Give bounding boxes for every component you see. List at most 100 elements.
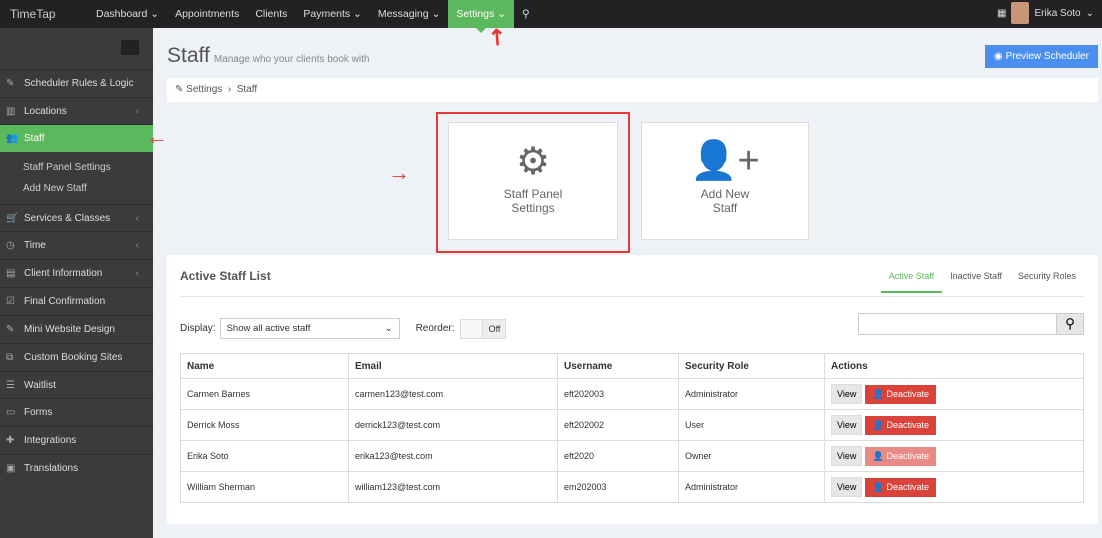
actions-cell: View 👤 Deactivate (824, 471, 1084, 503)
cell: William Sherman (180, 471, 349, 503)
table-row: Erika Soto erika123@test.com eft2020 Owner V… (180, 440, 1084, 472)
puzzle-icon: ✚ (6, 435, 15, 446)
tab-active-staff[interactable]: Active Staff (880, 265, 943, 293)
tab-security-roles[interactable]: Security Roles (1010, 265, 1084, 293)
staff-search: ⚲ (858, 313, 1084, 335)
user-plus-icon: 👤+ (690, 140, 760, 182)
divider (180, 296, 1084, 297)
avatar (1011, 2, 1030, 24)
display-select[interactable]: Show all active staff ⌄ (219, 318, 400, 339)
user-menu[interactable]: ▦ Erika Soto ⌄ (997, 2, 1094, 24)
logo[interactable]: TimeTap (0, 7, 88, 21)
sidebar-item-scheduler-rules[interactable]: ✎ Scheduler Rules & Logic (0, 69, 153, 97)
nav-payments[interactable]: Payments ⌄ (295, 0, 369, 28)
search-input[interactable] (859, 314, 1056, 334)
nav-appointments[interactable]: Appointments (167, 0, 247, 28)
sidebar-item-final-confirmation[interactable]: ☑ Final Confirmation (0, 287, 153, 315)
view-button[interactable]: View (831, 384, 863, 404)
column-header: Email (348, 353, 558, 379)
cell: william123@test.com (348, 471, 558, 503)
nav-messaging[interactable]: Messaging ⌄ (370, 0, 449, 28)
cell: carmen123@test.com (348, 378, 558, 410)
view-button[interactable]: View (831, 446, 863, 466)
search-icon[interactable]: ⚲ (514, 0, 538, 28)
reorder-toggle[interactable]: Off (460, 318, 507, 339)
table-row: Derrick Moss derrick123@test.com eft202002… (180, 409, 1084, 441)
clock-icon: ◷ (6, 240, 15, 251)
user-times-icon: 👤 (872, 389, 884, 399)
eye-icon: ◉ (994, 51, 1003, 62)
deactivate-button[interactable]: 👤 Deactivate (865, 385, 937, 404)
sidebar-item-custom-booking-sites[interactable]: ⧉ Custom Booking Sites (0, 343, 153, 371)
deactivate-button[interactable]: 👤 Deactivate (865, 416, 937, 435)
form-icon: ▭ (6, 407, 16, 418)
breadcrumb: ✎ Settings › Staff (167, 78, 1098, 102)
sidebar-item-mini-website[interactable]: ✎ Mini Website Design (0, 315, 153, 343)
deactivate-button[interactable]: 👤 Deactivate (865, 478, 937, 497)
active-staff-panel: Active Staff List Active Staff Inactive … (167, 255, 1098, 524)
user-times-icon: 👤 (872, 420, 884, 430)
reorder-label: Reorder: (415, 323, 455, 334)
language-icon: ▣ (6, 463, 16, 474)
check-square-icon: ☑ (6, 296, 15, 307)
sidebar-item-services[interactable]: 🛒 Services & Classes ‹ (0, 204, 153, 232)
cell: eft202003 (557, 378, 679, 410)
breadcrumb-staff: Staff (236, 84, 258, 95)
preview-scheduler-button[interactable]: ◉ Preview Scheduler (985, 45, 1098, 68)
wrench-icon: ✎ (175, 84, 184, 95)
annotation-arrow-icon: ← (146, 124, 168, 149)
menu-toggle-icon[interactable] (121, 40, 139, 55)
sidebar-item-translations[interactable]: ▣ Translations (0, 454, 153, 482)
cell: Carmen Barnes (180, 378, 349, 410)
cell: eft202002 (557, 409, 679, 441)
sidebar-item-client-information[interactable]: ▤ Client Information ‹ (0, 259, 153, 287)
actions-cell: View 👤 Deactivate (824, 409, 1084, 441)
page-subtitle: Manage who your clients book with (213, 54, 370, 65)
add-new-staff-card[interactable]: 👤+ Add New Staff (641, 122, 809, 240)
cell: Administrator (678, 471, 825, 503)
search-button[interactable]: ⚲ (1056, 314, 1083, 334)
column-header: Actions (824, 353, 1084, 379)
staff-table: Name Email Username Security Role Action… (180, 353, 1084, 503)
actions-cell: View 👤 Deactivate (824, 378, 1084, 410)
list-icon: ☰ (6, 380, 15, 391)
user-times-icon: 👤 (872, 451, 884, 461)
cart-icon: 🛒 (6, 213, 19, 224)
nav-dashboard[interactable]: Dashboard ⌄ (88, 0, 167, 28)
top-nav: TimeTap Dashboard ⌄ Appointments Clients… (0, 0, 1102, 33)
view-button[interactable]: View (831, 477, 863, 497)
column-header: Username (557, 353, 679, 379)
sidebar-item-forms[interactable]: ▭ Forms (0, 398, 153, 426)
tab-inactive-staff[interactable]: Inactive Staff (942, 265, 1010, 293)
view-button[interactable]: View (831, 415, 863, 435)
sidebar-item-waitlist[interactable]: ☰ Waitlist (0, 371, 153, 399)
nav-settings[interactable]: Settings ⌄ (448, 0, 514, 33)
user-times-icon: 👤 (872, 482, 884, 492)
column-header: Security Role (678, 353, 825, 379)
panel-title: Active Staff List (180, 269, 271, 283)
sitemap-icon: ⧉ (6, 352, 14, 363)
users-icon: 👥 (6, 133, 19, 144)
sidebar-item-time[interactable]: ◷ Time ‹ (0, 231, 153, 259)
breadcrumb-settings[interactable]: Settings (186, 84, 222, 95)
cell: eft2020 (557, 440, 679, 472)
sidebar-item-locations[interactable]: ▥ Locations ‹ (0, 97, 153, 125)
annotation-arrow-icon: → (388, 160, 410, 185)
nav-clients[interactable]: Clients (247, 0, 295, 28)
sidebar-sub-add-new-staff[interactable]: Add New Staff (23, 183, 87, 194)
cell: Owner (678, 440, 825, 472)
cell: User (678, 409, 825, 441)
wrench-icon: ✎ (6, 78, 15, 89)
cell: em202003 (557, 471, 679, 503)
sidebar-item-integrations[interactable]: ✚ Integrations (0, 426, 153, 454)
cell: Administrator (678, 378, 825, 410)
actions-cell: View 👤 Deactivate (824, 440, 1084, 472)
column-header: Name (180, 353, 349, 379)
sidebar-item-staff[interactable]: 👥 Staff (0, 124, 153, 152)
edit-icon: ✎ (6, 324, 15, 335)
deactivate-button: 👤 Deactivate (865, 447, 937, 466)
display-label: Display: (180, 323, 216, 334)
calendar-icon[interactable]: ▦ (997, 8, 1006, 19)
highlight-box (436, 112, 630, 253)
sidebar-sub-staff-panel-settings[interactable]: Staff Panel Settings (23, 162, 111, 173)
